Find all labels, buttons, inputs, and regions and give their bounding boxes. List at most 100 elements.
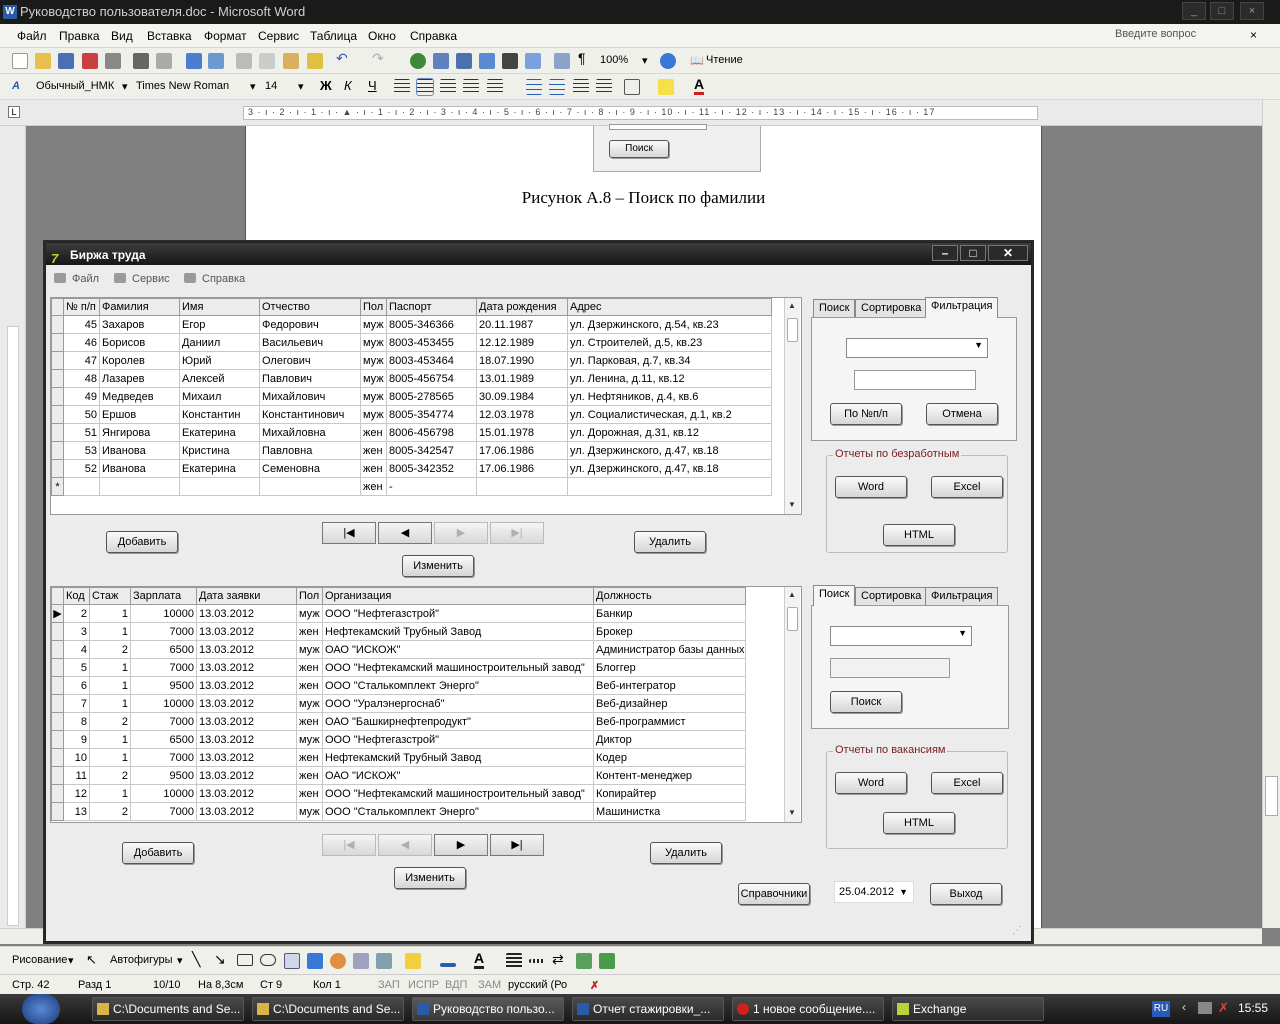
- table-cell[interactable]: 1: [89, 694, 131, 713]
- table-cell[interactable]: Алексей: [179, 369, 260, 388]
- table-cell[interactable]: 3: [63, 622, 90, 641]
- col-header[interactable]: Пол: [296, 587, 323, 605]
- table-cell[interactable]: 15.01.1978: [476, 423, 568, 442]
- styles-icon[interactable]: A: [12, 80, 20, 92]
- nav-last-button[interactable]: ▶|: [490, 522, 544, 544]
- vacancies-grid[interactable]: Код Стаж Зарплата Дата заявки Пол Органи…: [50, 586, 802, 823]
- autoshapes-dropdown-icon[interactable]: ▾: [177, 954, 183, 967]
- wordart-icon[interactable]: [307, 953, 323, 969]
- table-cell[interactable]: муж: [360, 405, 387, 424]
- arrow-style-icon[interactable]: ⇄: [552, 951, 564, 968]
- font-color-icon[interactable]: A: [694, 76, 705, 95]
- table-cell[interactable]: Банкир: [593, 604, 746, 623]
- line-style-icon[interactable]: [506, 953, 522, 969]
- table-row[interactable]: 9 1 6500 13.03.2012 муж ООО "Нефтегазстрой" Ди…: [51, 730, 746, 749]
- edit-unemployed-button[interactable]: Изменить: [402, 555, 474, 577]
- table-cell[interactable]: 8003-453464: [386, 351, 477, 370]
- volume-icon[interactable]: ✗: [1218, 1000, 1229, 1016]
- scroll-up-icon[interactable]: ▲: [788, 590, 796, 599]
- columns-icon[interactable]: [502, 53, 518, 69]
- tray-expand-icon[interactable]: ‹: [1182, 1000, 1186, 1014]
- col-header[interactable]: Код: [63, 587, 90, 605]
- word-maximize-button[interactable]: □: [1210, 2, 1234, 20]
- taskbar-item-exchange[interactable]: Exchange: [892, 997, 1044, 1021]
- tab-sort-2[interactable]: Сортировка: [855, 587, 928, 605]
- unemployed-grid-scrollbar[interactable]: ▲ ▼: [784, 298, 800, 514]
- table-row[interactable]: 10 1 7000 13.03.2012 жен Нефтекамский Трубный…: [51, 748, 746, 767]
- table-row[interactable]: 46 Борисов Даниил Васильевич муж 8003-453455 1…: [51, 333, 772, 352]
- table-row[interactable]: 7 1 10000 13.03.2012 муж ООО "Уралэнергоснаб"…: [51, 694, 746, 713]
- table-cell[interactable]: 1: [89, 622, 131, 641]
- borders-icon[interactable]: [624, 79, 640, 95]
- align-left-icon[interactable]: [394, 79, 410, 95]
- table-cell[interactable]: ул. Парковая, д.7, кв.34: [567, 351, 772, 370]
- col-header[interactable]: Отчество: [259, 298, 361, 316]
- tab-search-1[interactable]: Поиск: [813, 299, 856, 317]
- ask-question-box[interactable]: Введите вопрос: [1115, 28, 1196, 40]
- table-cell[interactable]: 1: [89, 676, 131, 695]
- table-row[interactable]: 53 Иванова Кристина Павловна жен 8005-342547 1…: [51, 441, 772, 460]
- table-cell[interactable]: 2: [89, 802, 131, 821]
- line-color-icon[interactable]: [440, 963, 456, 967]
- unemployed-grid[interactable]: № п/п Фамилия Имя Отчество Пол Паспорт Д…: [50, 297, 802, 515]
- table-cell[interactable]: 7: [63, 694, 90, 713]
- nav2-last-button[interactable]: ▶|: [490, 834, 544, 856]
- 3d-icon[interactable]: [599, 953, 615, 969]
- taskbar-item-word-report[interactable]: Отчет стажировки_...: [572, 997, 724, 1021]
- table-cell[interactable]: 13.03.2012: [196, 622, 297, 641]
- zoom-value[interactable]: 100%: [600, 54, 628, 66]
- zoom-dropdown-icon[interactable]: ▾: [642, 54, 648, 67]
- table-cell[interactable]: Константинович: [259, 405, 361, 424]
- table-cell[interactable]: 13.03.2012: [196, 766, 297, 785]
- table-cell[interactable]: 1: [89, 784, 131, 803]
- research-icon[interactable]: [208, 53, 224, 69]
- table-cell[interactable]: Контент-менеджер: [593, 766, 746, 785]
- row-indicator[interactable]: [51, 315, 64, 334]
- col-header[interactable]: Имя: [179, 298, 260, 316]
- table-cell[interactable]: 1: [89, 604, 131, 623]
- filter-cancel-button[interactable]: Отмена: [926, 403, 998, 425]
- app-minimize-button[interactable]: –: [932, 245, 958, 261]
- hyperlink-icon[interactable]: [410, 53, 426, 69]
- word-minimize-button[interactable]: _: [1182, 2, 1206, 20]
- table-cell[interactable]: ООО "Нефтекамский машиностроительный зав…: [322, 658, 594, 677]
- undo-icon[interactable]: ↶: [336, 50, 348, 67]
- table-cell[interactable]: Администратор базы данных: [593, 640, 746, 659]
- menu-table[interactable]: Таблица: [310, 29, 357, 43]
- table-cell[interactable]: 13.03.2012: [196, 748, 297, 767]
- row-indicator[interactable]: [51, 712, 64, 731]
- col-header[interactable]: Пол: [360, 298, 387, 316]
- table-row[interactable]: * жен -: [51, 477, 772, 496]
- table-cell[interactable]: 7000: [130, 658, 197, 677]
- table-cell[interactable]: ООО "Нефтегазстрой": [322, 604, 594, 623]
- table-cell[interactable]: 50: [63, 405, 100, 424]
- table-cell[interactable]: 1: [89, 658, 131, 677]
- table-cell[interactable]: Веб-дизайнер: [593, 694, 746, 713]
- scroll-down-icon[interactable]: ▼: [788, 808, 796, 817]
- table-cell[interactable]: Михаил: [179, 387, 260, 406]
- taskbar-item-opera[interactable]: 1 новое сообщение....: [732, 997, 884, 1021]
- app-maximize-button[interactable]: □: [960, 245, 986, 261]
- table-cell[interactable]: 8005-342547: [386, 441, 477, 460]
- table-cell[interactable]: 13.03.2012: [196, 676, 297, 695]
- document-map-icon[interactable]: [554, 53, 570, 69]
- table-cell[interactable]: жен: [296, 658, 323, 677]
- line-spacing-icon[interactable]: [487, 79, 503, 95]
- table-cell[interactable]: 53: [63, 441, 100, 460]
- table-cell[interactable]: -: [386, 477, 477, 496]
- oval-icon[interactable]: [260, 954, 276, 966]
- italic-button[interactable]: К: [344, 78, 352, 93]
- table-cell[interactable]: 13.03.2012: [196, 784, 297, 803]
- save-icon[interactable]: [58, 53, 74, 69]
- unemployed-excel-button[interactable]: Excel: [931, 476, 1003, 498]
- table-cell[interactable]: 8005-354774: [386, 405, 477, 424]
- table-cell[interactable]: 2: [89, 640, 131, 659]
- menu-file[interactable]: Файл: [17, 29, 47, 43]
- autoshapes-menu[interactable]: Автофигуры: [110, 954, 173, 966]
- new-icon[interactable]: [12, 53, 28, 69]
- help-icon[interactable]: [660, 53, 676, 69]
- decrease-indent-icon[interactable]: [573, 79, 589, 95]
- exit-button[interactable]: Выход: [930, 883, 1002, 905]
- table-cell[interactable]: муж: [360, 315, 387, 334]
- start-button[interactable]: [22, 994, 60, 1024]
